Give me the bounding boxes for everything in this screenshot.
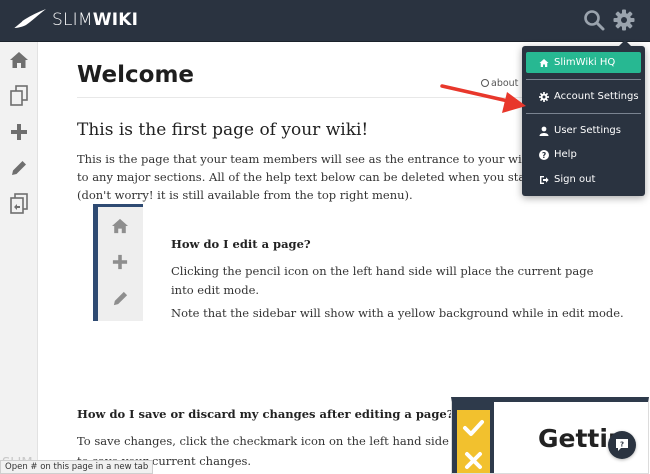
- annotation-arrow: [440, 84, 526, 113]
- question-icon: ?: [539, 149, 549, 160]
- sidebar-edit-button[interactable]: [0, 150, 38, 186]
- edit-answer: Clicking the pencil icon on the left han…: [171, 264, 594, 297]
- help-chat-icon: ?: [616, 439, 628, 451]
- sidebar: SLIM: [0, 42, 38, 474]
- sidebar-add-button[interactable]: [0, 114, 38, 150]
- menu-item-label: Sign out: [554, 174, 596, 185]
- pencil-icon: [12, 161, 26, 175]
- logo-text-bold: WIKI: [92, 10, 139, 30]
- intro-line: to any major sections. All of the help t…: [77, 170, 577, 184]
- menu-item-account-settings[interactable]: Account Settings: [526, 86, 641, 107]
- sidebar-copy-button[interactable]: [0, 186, 38, 222]
- menu-divider: [526, 113, 641, 114]
- pages-icon: [10, 85, 28, 106]
- menu-item-label: Help: [554, 149, 577, 160]
- search-icon[interactable]: [582, 8, 606, 32]
- intro-line: This is the page that your team members …: [77, 152, 577, 166]
- edit-question: How do I edit a page?: [171, 237, 311, 251]
- svg-text:?: ?: [620, 441, 624, 449]
- menu-item-sign-out[interactable]: Sign out: [526, 169, 641, 190]
- home-icon: [108, 215, 132, 237]
- intro-line: (don't worry! it is still available from…: [77, 188, 413, 202]
- check-icon: [463, 420, 484, 436]
- save-question: How do I save or discard my changes afte…: [77, 407, 454, 421]
- sign-out-icon: [539, 175, 549, 185]
- home-icon: [539, 58, 549, 68]
- page-title: Welcome: [77, 62, 195, 88]
- gear-icon[interactable]: [612, 8, 636, 32]
- copy-page-icon: [10, 193, 28, 214]
- add-icon: [11, 124, 27, 140]
- gear-icon: [539, 91, 549, 102]
- menu-item-label: SlimWiki HQ: [554, 57, 616, 68]
- help-chat-button[interactable]: ?: [608, 431, 636, 459]
- menu-item-label: Account Settings: [554, 91, 639, 102]
- page-heading: This is the first page of your wiki!: [77, 120, 369, 140]
- logo-text-light: SLIM: [52, 10, 93, 30]
- user-icon: [539, 126, 549, 136]
- sidebar-home-button[interactable]: [0, 42, 38, 78]
- status-bar: Open # on this page in a new tab: [0, 460, 154, 474]
- logo-text: SLIMWIKI: [52, 10, 138, 30]
- edit-note: Note that the sidebar will show with a y…: [171, 306, 624, 320]
- menu-item-user-settings[interactable]: User Settings: [526, 120, 641, 141]
- feather-icon: [9, 9, 46, 32]
- intro-paragraph: This is the page that your team members …: [77, 150, 577, 204]
- sidebar-illustration: [93, 204, 143, 321]
- menu-divider: [526, 79, 641, 80]
- home-icon: [10, 52, 28, 68]
- slimwiki-logo[interactable]: SLIMWIKI: [8, 6, 138, 34]
- close-icon: [465, 452, 482, 469]
- menu-item-label: User Settings: [554, 125, 621, 136]
- svg-text:?: ?: [542, 151, 546, 160]
- top-navbar: SLIMWIKI: [0, 0, 650, 42]
- edit-mode-illustration: [457, 410, 490, 473]
- settings-dropdown: SlimWiki HQ Account Settings User Settin…: [522, 40, 645, 196]
- add-icon: [108, 251, 132, 273]
- sidebar-pages-button[interactable]: [0, 78, 38, 114]
- menu-item-slimwiki-hq[interactable]: SlimWiki HQ: [526, 52, 641, 73]
- pencil-icon: [108, 287, 132, 309]
- menu-item-help[interactable]: ? Help: [526, 144, 641, 165]
